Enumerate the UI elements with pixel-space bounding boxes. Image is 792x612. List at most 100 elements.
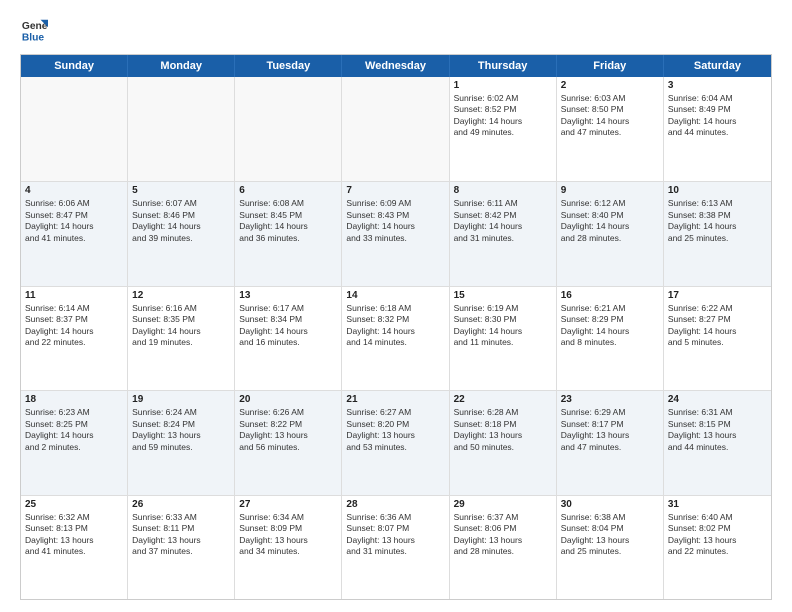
logo-icon: General Blue <box>20 16 48 44</box>
day-info: Sunrise: 6:04 AM Sunset: 8:49 PM Dayligh… <box>668 93 767 139</box>
header-day-saturday: Saturday <box>664 55 771 77</box>
day-info: Sunrise: 6:24 AM Sunset: 8:24 PM Dayligh… <box>132 407 230 453</box>
logo: General Blue <box>20 16 48 44</box>
day-cell-7: 7 Sunrise: 6:09 AM Sunset: 8:43 PM Daylig… <box>342 182 449 285</box>
day-info: Sunrise: 6:17 AM Sunset: 8:34 PM Dayligh… <box>239 303 337 349</box>
day-cell-18: 18Sunrise: 6:23 AM Sunset: 8:25 PM Dayli… <box>21 391 128 494</box>
day-info: Sunrise: 6:19 AM Sunset: 8:30 PM Dayligh… <box>454 303 552 349</box>
day-number: 24 <box>668 394 767 405</box>
day-info: Sunrise: 6:21 AM Sunset: 8:29 PM Dayligh… <box>561 303 659 349</box>
day-number: 23 <box>561 394 659 405</box>
day-info: Sunrise: 6:31 AM Sunset: 8:15 PM Dayligh… <box>668 407 767 453</box>
day-info: Sunrise: 6:02 AM Sunset: 8:52 PM Dayligh… <box>454 93 552 139</box>
day-info: Sunrise: 6:11 AM Sunset: 8:42 PM Dayligh… <box>454 198 552 244</box>
day-number: 20 <box>239 394 337 405</box>
day-cell-17: 17 Sunrise: 6:22 AM Sunset: 8:27 PM Dayli… <box>664 287 771 390</box>
day-number: 30 <box>561 499 659 510</box>
day-info: Sunrise: 6:29 AM Sunset: 8:17 PM Dayligh… <box>561 407 659 453</box>
day-cell-5: 5Sunrise: 6:07 AM Sunset: 8:46 PM Daylig… <box>128 182 235 285</box>
empty-cell <box>21 77 128 181</box>
day-number: 18 <box>25 394 123 405</box>
day-info: Sunrise: 6:32 AM Sunset: 8:13 PM Dayligh… <box>25 512 123 558</box>
day-number: 16 <box>561 290 659 301</box>
day-cell-12: 12Sunrise: 6:16 AM Sunset: 8:35 PM Dayli… <box>128 287 235 390</box>
day-info: Sunrise: 6:18 AM Sunset: 8:32 PM Dayligh… <box>346 303 444 349</box>
calendar-row-2: 4 Sunrise: 6:06 AM Sunset: 8:47 PM Daylig… <box>21 181 771 285</box>
svg-text:Blue: Blue <box>22 32 45 43</box>
day-cell-22: 22 Sunrise: 6:28 AM Sunset: 8:18 PM Dayli… <box>450 391 557 494</box>
day-number: 28 <box>346 499 444 510</box>
day-cell-31: 31 Sunrise: 6:40 AM Sunset: 8:02 PM Dayli… <box>664 496 771 599</box>
day-info: Sunrise: 6:28 AM Sunset: 8:18 PM Dayligh… <box>454 407 552 453</box>
day-info: Sunrise: 6:08 AM Sunset: 8:45 PM Dayligh… <box>239 198 337 244</box>
header-day-wednesday: Wednesday <box>342 55 449 77</box>
day-cell-29: 29Sunrise: 6:37 AM Sunset: 8:06 PM Dayli… <box>450 496 557 599</box>
day-number: 1 <box>454 80 552 91</box>
calendar-header: SundayMondayTuesdayWednesdayThursdayFrid… <box>21 55 771 77</box>
day-cell-25: 25 Sunrise: 6:32 AM Sunset: 8:13 PM Dayli… <box>21 496 128 599</box>
day-info: Sunrise: 6:37 AM Sunset: 8:06 PM Dayligh… <box>454 512 552 558</box>
day-cell-27: 27 Sunrise: 6:34 AM Sunset: 8:09 PM Dayli… <box>235 496 342 599</box>
day-number: 10 <box>668 185 767 196</box>
day-cell-21: 21Sunrise: 6:27 AM Sunset: 8:20 PM Dayli… <box>342 391 449 494</box>
day-number: 22 <box>454 394 552 405</box>
day-cell-15: 15 Sunrise: 6:19 AM Sunset: 8:30 PM Dayli… <box>450 287 557 390</box>
day-info: Sunrise: 6:34 AM Sunset: 8:09 PM Dayligh… <box>239 512 337 558</box>
day-number: 17 <box>668 290 767 301</box>
day-cell-9: 9Sunrise: 6:12 AM Sunset: 8:40 PM Daylig… <box>557 182 664 285</box>
day-info: Sunrise: 6:33 AM Sunset: 8:11 PM Dayligh… <box>132 512 230 558</box>
day-cell-23: 23 Sunrise: 6:29 AM Sunset: 8:17 PM Dayli… <box>557 391 664 494</box>
header-day-monday: Monday <box>128 55 235 77</box>
day-number: 31 <box>668 499 767 510</box>
day-info: Sunrise: 6:38 AM Sunset: 8:04 PM Dayligh… <box>561 512 659 558</box>
day-number: 26 <box>132 499 230 510</box>
day-cell-19: 19Sunrise: 6:24 AM Sunset: 8:24 PM Dayli… <box>128 391 235 494</box>
day-number: 9 <box>561 185 659 196</box>
calendar-row-3: 11Sunrise: 6:14 AM Sunset: 8:37 PM Dayli… <box>21 286 771 390</box>
day-number: 3 <box>668 80 767 91</box>
day-number: 13 <box>239 290 337 301</box>
day-cell-1: 1 Sunrise: 6:02 AM Sunset: 8:52 PM Daylig… <box>450 77 557 181</box>
day-cell-4: 4 Sunrise: 6:06 AM Sunset: 8:47 PM Daylig… <box>21 182 128 285</box>
day-cell-13: 13 Sunrise: 6:17 AM Sunset: 8:34 PM Dayli… <box>235 287 342 390</box>
day-number: 8 <box>454 185 552 196</box>
day-number: 25 <box>25 499 123 510</box>
day-cell-2: 2 Sunrise: 6:03 AM Sunset: 8:50 PM Daylig… <box>557 77 664 181</box>
day-number: 6 <box>239 185 337 196</box>
day-cell-20: 20Sunrise: 6:26 AM Sunset: 8:22 PM Dayli… <box>235 391 342 494</box>
empty-cell <box>342 77 449 181</box>
header-day-friday: Friday <box>557 55 664 77</box>
day-cell-26: 26 Sunrise: 6:33 AM Sunset: 8:11 PM Dayli… <box>128 496 235 599</box>
empty-cell <box>235 77 342 181</box>
day-info: Sunrise: 6:13 AM Sunset: 8:38 PM Dayligh… <box>668 198 767 244</box>
day-cell-10: 10 Sunrise: 6:13 AM Sunset: 8:38 PM Dayli… <box>664 182 771 285</box>
day-info: Sunrise: 6:03 AM Sunset: 8:50 PM Dayligh… <box>561 93 659 139</box>
calendar: SundayMondayTuesdayWednesdayThursdayFrid… <box>20 54 772 600</box>
day-number: 5 <box>132 185 230 196</box>
day-cell-30: 30 Sunrise: 6:38 AM Sunset: 8:04 PM Dayli… <box>557 496 664 599</box>
day-cell-24: 24 Sunrise: 6:31 AM Sunset: 8:15 PM Dayli… <box>664 391 771 494</box>
calendar-row-5: 25 Sunrise: 6:32 AM Sunset: 8:13 PM Dayli… <box>21 495 771 599</box>
empty-cell <box>128 77 235 181</box>
day-cell-8: 8 Sunrise: 6:11 AM Sunset: 8:42 PM Daylig… <box>450 182 557 285</box>
day-cell-3: 3 Sunrise: 6:04 AM Sunset: 8:49 PM Daylig… <box>664 77 771 181</box>
day-number: 7 <box>346 185 444 196</box>
day-info: Sunrise: 6:40 AM Sunset: 8:02 PM Dayligh… <box>668 512 767 558</box>
day-number: 12 <box>132 290 230 301</box>
calendar-body: 1 Sunrise: 6:02 AM Sunset: 8:52 PM Daylig… <box>21 77 771 599</box>
day-info: Sunrise: 6:06 AM Sunset: 8:47 PM Dayligh… <box>25 198 123 244</box>
day-cell-14: 14 Sunrise: 6:18 AM Sunset: 8:32 PM Dayli… <box>342 287 449 390</box>
day-cell-6: 6 Sunrise: 6:08 AM Sunset: 8:45 PM Daylig… <box>235 182 342 285</box>
day-info: Sunrise: 6:22 AM Sunset: 8:27 PM Dayligh… <box>668 303 767 349</box>
day-cell-11: 11Sunrise: 6:14 AM Sunset: 8:37 PM Dayli… <box>21 287 128 390</box>
day-info: Sunrise: 6:14 AM Sunset: 8:37 PM Dayligh… <box>25 303 123 349</box>
header-day-sunday: Sunday <box>21 55 128 77</box>
day-number: 14 <box>346 290 444 301</box>
day-number: 21 <box>346 394 444 405</box>
day-info: Sunrise: 6:09 AM Sunset: 8:43 PM Dayligh… <box>346 198 444 244</box>
day-info: Sunrise: 6:36 AM Sunset: 8:07 PM Dayligh… <box>346 512 444 558</box>
day-number: 2 <box>561 80 659 91</box>
day-number: 15 <box>454 290 552 301</box>
day-number: 27 <box>239 499 337 510</box>
day-number: 4 <box>25 185 123 196</box>
